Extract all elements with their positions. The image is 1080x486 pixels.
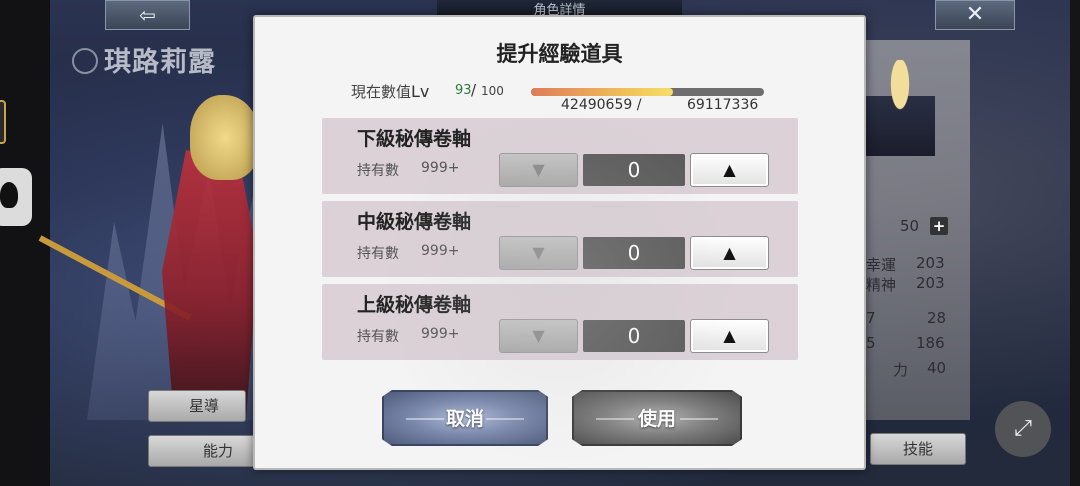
triangle-down-icon: ▼	[532, 326, 545, 345]
increase-button[interactable]: ▲	[690, 236, 769, 270]
triangle-up-icon: ▲	[723, 160, 736, 179]
owned-label: 持有數	[357, 163, 399, 179]
item-row-low: 下級秘傳卷軸 持有數 999+ ▼ 0 ▲	[322, 118, 798, 194]
stat-spirit-label: 精神	[866, 276, 897, 294]
chibi-portrait	[865, 60, 935, 180]
decrease-button[interactable]: ▼	[499, 153, 578, 187]
stat-spirit-value: 203	[916, 274, 945, 292]
exp-current: 42490659 /	[561, 97, 642, 113]
stat-row3-left: 7	[866, 309, 876, 327]
owned-label: 持有數	[357, 329, 399, 345]
item-row-mid: 中級秘傳卷軸 持有數 999+ ▼ 0 ▲	[322, 201, 798, 277]
cancel-button[interactable]: 取消	[382, 390, 548, 446]
quantity-field[interactable]: 0	[583, 154, 685, 186]
item-row-high: 上級秘傳卷軸 持有數 999+ ▼ 0 ▲	[322, 284, 798, 360]
stat-luck-label: 幸運	[866, 256, 897, 274]
increase-button[interactable]: ▲	[690, 153, 769, 187]
back-arrow-icon: ⇦	[139, 3, 156, 27]
skill-label: 技能	[903, 440, 934, 458]
ability-label: 能力	[203, 442, 234, 460]
character-name-text: 琪路莉露	[104, 47, 216, 78]
fullscreen-icon: ⤢	[1014, 416, 1032, 441]
stat-top-value: 50	[900, 217, 920, 235]
level-separator: /	[471, 81, 477, 99]
dialog-title: 提升經驗道具	[496, 41, 623, 66]
owned-value: 999+	[421, 160, 460, 176]
stat-luck-value: 203	[916, 254, 945, 272]
stat-row4-left: 5	[866, 334, 876, 352]
character-name: 琪路莉露	[72, 40, 216, 79]
element-icon	[72, 48, 98, 74]
level-abbr: Lv	[411, 82, 430, 101]
stat-power-label: 力	[893, 361, 909, 379]
close-button[interactable]: ✕	[935, 0, 1015, 30]
triangle-down-icon: ▼	[532, 160, 545, 179]
star-guide-label: 星導	[189, 397, 220, 415]
triangle-up-icon: ▲	[723, 243, 736, 262]
item-name: 下級秘傳卷軸	[357, 128, 472, 150]
stat-power-value: 40	[927, 359, 947, 377]
item-name: 中級秘傳卷軸	[357, 211, 472, 233]
star-guide-button[interactable]: 星導	[148, 390, 246, 422]
fullscreen-button[interactable]: ⤢	[995, 401, 1051, 457]
increase-button[interactable]: ▲	[690, 319, 769, 353]
triangle-down-icon: ▼	[532, 243, 545, 262]
quantity-field[interactable]: 0	[583, 320, 685, 352]
close-icon: ✕	[965, 2, 985, 27]
item-name: 上級秘傳卷軸	[357, 294, 472, 316]
character-hair-art	[190, 95, 260, 180]
level-current: 93	[455, 83, 472, 98]
ability-button[interactable]: 能力	[148, 435, 258, 467]
side-badge-icon[interactable]	[0, 100, 6, 144]
decrease-button[interactable]: ▼	[499, 236, 578, 270]
exp-progress-bar	[531, 88, 764, 96]
back-button[interactable]: ⇦	[105, 0, 190, 30]
exp-progress-fill	[531, 88, 674, 96]
exp-item-dialog: 提升經驗道具 現在數值Lv 93 / 100 42490659 / 691173…	[253, 15, 866, 470]
decrease-button[interactable]: ▼	[499, 319, 578, 353]
stat-row3-value: 28	[927, 309, 947, 327]
exp-max: 69117336	[687, 97, 759, 113]
use-button[interactable]: 使用	[572, 390, 742, 446]
add-stat-button[interactable]: +	[930, 217, 948, 235]
penguin-icon[interactable]	[0, 168, 32, 226]
stat-row4-value: 186	[916, 334, 945, 352]
owned-value: 999+	[421, 243, 460, 259]
right-edge	[1070, 0, 1080, 486]
quantity-field[interactable]: 0	[583, 237, 685, 269]
skill-button[interactable]: 技能	[870, 433, 966, 465]
owned-value: 999+	[421, 326, 460, 342]
level-label-text: 現在數值	[351, 83, 412, 101]
triangle-up-icon: ▲	[723, 326, 736, 345]
level-label: 現在數值Lv	[351, 81, 429, 102]
owned-label: 持有數	[357, 246, 399, 262]
level-max: 100	[481, 84, 504, 98]
